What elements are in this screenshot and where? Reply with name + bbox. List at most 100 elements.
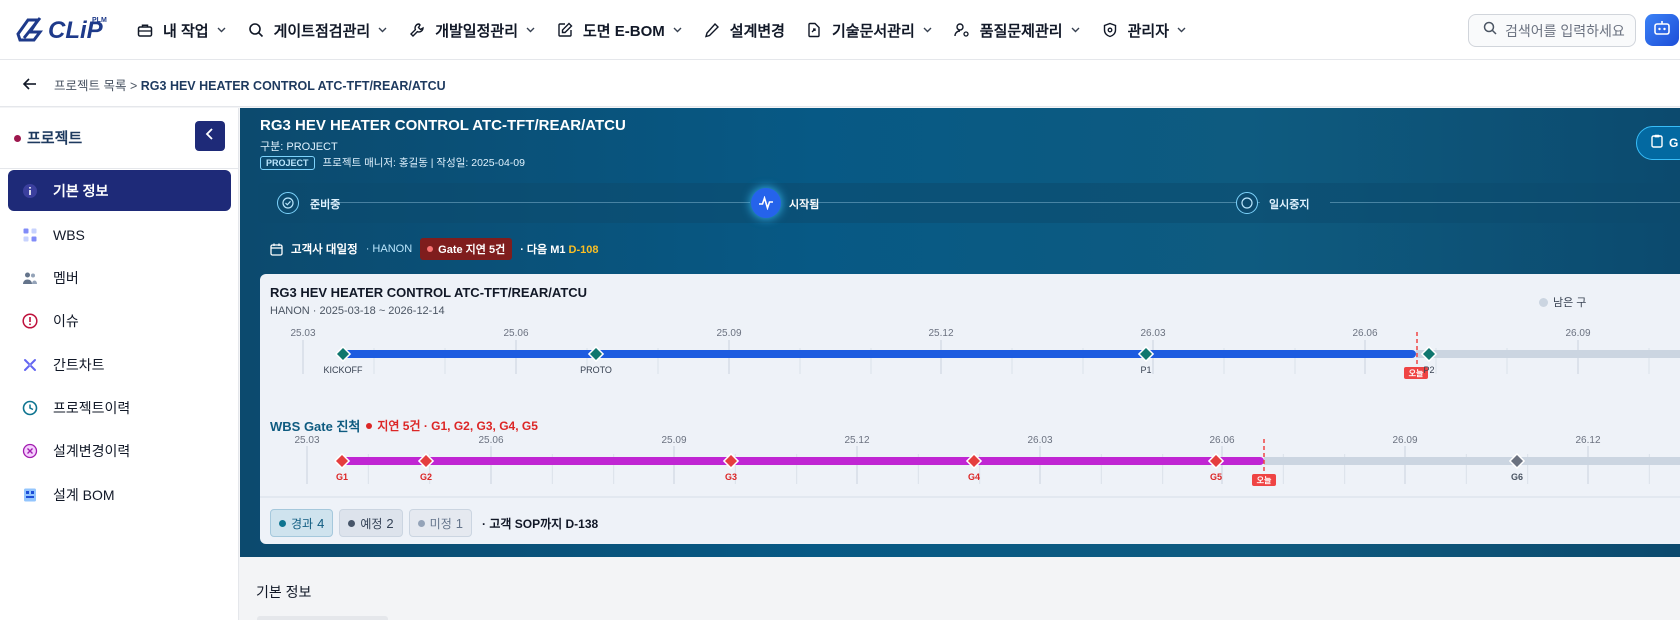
sidebar-item-4[interactable]: 간트차트 (8, 344, 231, 385)
nav-item-label: 개발일정관리 (435, 22, 518, 40)
milestone-diamond-icon[interactable] (587, 345, 605, 363)
chevron-down-icon (1177, 25, 1187, 35)
nav-item-4[interactable]: 설계변경 (703, 0, 785, 60)
nav-item-label: 도면 E-BOM (583, 22, 665, 40)
history-icon (22, 400, 38, 416)
sidebar-item-1[interactable]: WBS (8, 214, 231, 255)
count-value: 2 (386, 515, 394, 531)
sidebar-item-3[interactable]: 이슈 (8, 300, 231, 341)
tick-label: 25.06 (478, 435, 503, 446)
gate-diamond-icon[interactable] (333, 452, 351, 470)
sidebar-header: 프로젝트 (0, 108, 239, 169)
tick-label: 26.09 (1392, 435, 1417, 446)
sidebar-collapse-button[interactable] (195, 121, 225, 151)
status-label-0: 준비중 (310, 199, 341, 211)
gate-label: G3 (725, 472, 737, 482)
count-value: 1 (455, 515, 463, 531)
robot-icon (1653, 20, 1671, 41)
nav-item-label: 내 작업 (163, 22, 209, 40)
gate-delay-badge[interactable]: Gate 지연 5건 (420, 238, 513, 260)
nav-item-7[interactable]: 관리자 (1101, 0, 1187, 60)
sidebar-title: 프로젝트 (27, 130, 83, 147)
tick-label: 26.06 (1209, 435, 1234, 446)
nav-item-label: 관리자 (1127, 22, 1169, 40)
breadcrumb-separator: > (129, 79, 138, 93)
tick-label: 25.12 (928, 328, 953, 339)
back-arrow-icon[interactable] (22, 76, 38, 92)
count-pill-planned[interactable]: 예정 2 (339, 509, 403, 537)
nav-item-3[interactable]: 도면 E-BOM (556, 0, 683, 60)
search-input[interactable] (1505, 22, 1625, 39)
chevron-down-icon (673, 25, 683, 35)
calendar-icon (270, 243, 283, 256)
tick-label: 26.09 (1565, 328, 1590, 339)
sidebar-item-0[interactable]: 기본 정보 (8, 170, 231, 211)
alert-circle-icon (22, 312, 38, 329)
project-badge: PROJECT (260, 155, 315, 170)
hero-action-button[interactable]: G (1636, 126, 1680, 160)
milestone-diamond-icon[interactable] (334, 345, 352, 363)
count-pill-undecided[interactable]: 미정 1 (408, 509, 472, 537)
today-label: 오늘 (1409, 368, 1424, 378)
pen-icon (703, 21, 721, 39)
gate-diamond-icon[interactable] (1207, 452, 1225, 470)
gate-label: G6 (1511, 472, 1523, 482)
nav-item-1[interactable]: 게이트점검관리 (247, 0, 389, 60)
milestone-diamond-icon[interactable] (1137, 345, 1155, 363)
shield-gear-icon (1101, 21, 1119, 39)
milestone-diamond-icon[interactable] (1420, 345, 1438, 363)
gate-diamond-icon[interactable] (965, 452, 983, 470)
clip-plm-logo[interactable]: CLiP PLM (14, 12, 110, 48)
tick-label: 26.03 (1140, 328, 1165, 339)
sidebar-item-label: WBS (53, 226, 85, 243)
gate-diamond-icon[interactable] (722, 452, 740, 470)
status-connector (816, 202, 1260, 203)
chevron-down-icon (378, 25, 388, 35)
status-label-2: 일시중지 (1269, 199, 1310, 211)
progress-bar-remaining (1416, 350, 1680, 358)
svg-text:PLM: PLM (92, 17, 107, 24)
status-stepper: 준비중 시작됨 일시중지 (258, 183, 1680, 223)
status-node-done[interactable] (277, 192, 299, 214)
nav-item-5[interactable]: 기술문서관리 (805, 0, 933, 60)
section-tab[interactable] (257, 616, 388, 620)
count-pill-elapsed[interactable]: 경과 4 (270, 509, 334, 537)
customer-schedule-strip: 고객사 대일정 · HANON Gate 지연 5건 · 다음 M1 D-108 (258, 234, 1680, 264)
gate-diamond-icon[interactable] (1508, 452, 1526, 470)
nav-item-2[interactable]: 개발일정관리 (408, 0, 536, 60)
breadcrumb-parent[interactable]: 프로젝트 목록 (54, 79, 126, 93)
nav-item-6[interactable]: 품질문제관리 (953, 0, 1081, 60)
info-icon (22, 183, 38, 199)
tick-label: 26.06 (1352, 328, 1377, 339)
gate-count-row: 경과 4 예정 2 미정 1 · 고객 SOP까지 D-138 (270, 509, 598, 537)
clipboard-icon (1651, 134, 1663, 153)
count-value: 4 (317, 515, 325, 531)
sidebar-item-label: 멤버 (53, 269, 79, 286)
bom-icon (22, 487, 38, 503)
sidebar-item-5[interactable]: 프로젝트이력 (8, 387, 231, 428)
status-node-pending[interactable] (1236, 192, 1258, 214)
chevron-down-icon (217, 25, 227, 35)
nav-item-label: 품질문제관리 (979, 22, 1063, 40)
search-box[interactable] (1468, 14, 1636, 47)
status-node-current[interactable] (751, 188, 781, 218)
count-label: 경과 (291, 516, 314, 531)
sidebar-item-6[interactable]: 설계변경이력 (8, 430, 231, 471)
project-type: 구분: PROJECT (260, 138, 338, 154)
users-icon (22, 270, 38, 286)
status-dot-icon (279, 519, 286, 527)
milestone-label: P2 (1423, 365, 1434, 375)
chatbot-button[interactable] (1645, 14, 1679, 46)
sidebar-item-label: 설계변경이력 (53, 442, 131, 459)
edit-icon (556, 21, 574, 39)
sidebar-item-2[interactable]: 멤버 (8, 257, 231, 298)
nav-item-0[interactable]: 내 작업 (136, 0, 227, 60)
sidebar-item-7[interactable]: 설계 BOM (8, 474, 231, 515)
red-dot-icon (427, 246, 434, 252)
tick-label: 25.09 (661, 435, 686, 446)
search-icon (247, 21, 265, 39)
gate-progress-bar (338, 457, 1264, 465)
top-navigation: CLiP PLM 내 작업 게이트점검관리 개발일정관리 도면 E-BOM 설계… (0, 0, 1680, 60)
wbs-gate-progress-title: WBS Gate 진척 지연 5건 · G1, G2, G3, G4, G5 (270, 416, 538, 435)
gate-diamond-icon[interactable] (417, 452, 435, 470)
